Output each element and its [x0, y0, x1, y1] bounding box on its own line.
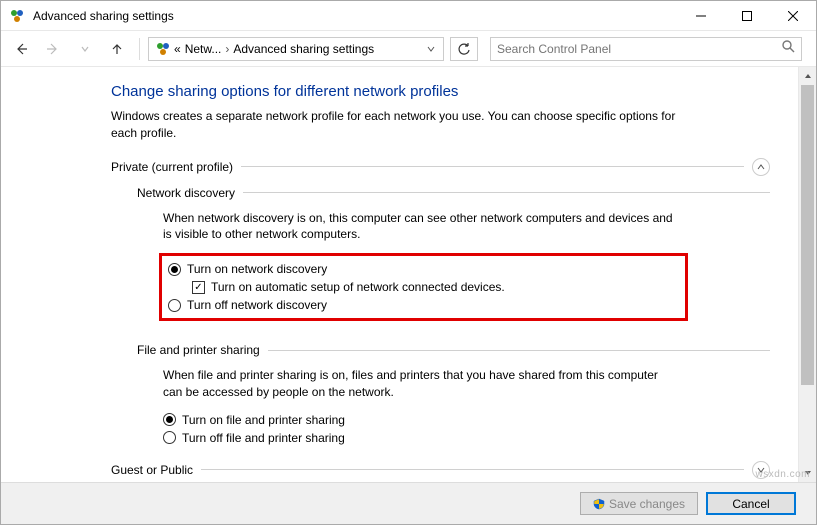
radio-label: Turn off file and printer sharing	[182, 431, 345, 445]
window-title: Advanced sharing settings	[33, 9, 678, 23]
checkbox-label: Turn on automatic setup of network conne…	[211, 280, 505, 294]
save-label: Save changes	[609, 497, 685, 511]
title-bar: Advanced sharing settings	[1, 1, 816, 31]
radio-label: Turn on network discovery	[187, 262, 327, 276]
crumb-prefix[interactable]: «	[172, 42, 183, 56]
nav-separator	[139, 38, 140, 60]
checkbox-auto-setup[interactable]: ✓ Turn on automatic setup of network con…	[168, 278, 505, 296]
network-discovery-desc: When network discovery is on, this compu…	[137, 210, 677, 244]
scrollbar-thumb[interactable]	[801, 85, 814, 385]
collapse-icon[interactable]	[752, 158, 770, 176]
section-private[interactable]: Private (current profile)	[111, 158, 770, 176]
location-icon	[153, 41, 169, 57]
back-button[interactable]	[7, 35, 35, 63]
shield-icon	[593, 498, 605, 510]
page-description: Windows creates a separate network profi…	[111, 108, 701, 142]
recent-dropdown[interactable]	[71, 35, 99, 63]
minimize-button[interactable]	[678, 1, 724, 31]
nav-bar: « Netw... › Advanced sharing settings	[1, 31, 816, 67]
radio-turn-off-file-sharing[interactable]: Turn off file and printer sharing	[163, 429, 770, 447]
app-icon	[9, 8, 25, 24]
checkbox-icon[interactable]: ✓	[192, 281, 205, 294]
cancel-label: Cancel	[732, 497, 769, 511]
cancel-button[interactable]: Cancel	[706, 492, 796, 515]
network-discovery-label: Network discovery	[137, 186, 235, 200]
scrollbar[interactable]	[798, 67, 816, 482]
radio-icon[interactable]	[163, 431, 176, 444]
footer-bar: Save changes Cancel	[1, 482, 816, 524]
search-input[interactable]	[497, 42, 782, 56]
close-button[interactable]	[770, 1, 816, 31]
refresh-button[interactable]	[450, 37, 478, 61]
radio-label: Turn on file and printer sharing	[182, 413, 345, 427]
content-area: Change sharing options for different net…	[1, 67, 798, 482]
radio-label: Turn off network discovery	[187, 298, 327, 312]
radio-icon[interactable]	[163, 413, 176, 426]
section-guest-public[interactable]: Guest or Public	[111, 461, 770, 479]
up-button[interactable]	[103, 35, 131, 63]
subsection-network-discovery: Network discovery	[137, 186, 770, 200]
highlight-box: Turn on network discovery ✓ Turn on auto…	[159, 253, 688, 321]
breadcrumb[interactable]: « Netw... › Advanced sharing settings	[148, 37, 444, 61]
radio-turn-on-file-sharing[interactable]: Turn on file and printer sharing	[163, 411, 770, 429]
search-icon[interactable]	[782, 40, 795, 58]
radio-turn-on-discovery[interactable]: Turn on network discovery	[168, 260, 505, 278]
file-printer-desc: When file and printer sharing is on, fil…	[137, 367, 677, 401]
radio-turn-off-discovery[interactable]: Turn off network discovery	[168, 296, 505, 314]
search-box[interactable]	[490, 37, 802, 61]
scroll-up-icon[interactable]	[799, 67, 816, 85]
crumb-network[interactable]: Netw...	[183, 42, 224, 56]
chevron-right-icon[interactable]: ›	[223, 42, 231, 56]
save-changes-button[interactable]: Save changes	[580, 492, 698, 515]
section-guest-label: Guest or Public	[111, 463, 193, 477]
file-printer-label: File and printer sharing	[137, 343, 260, 357]
breadcrumb-dropdown[interactable]	[421, 42, 441, 56]
maximize-button[interactable]	[724, 1, 770, 31]
page-title: Change sharing options for different net…	[111, 83, 770, 100]
crumb-current[interactable]: Advanced sharing settings	[231, 42, 376, 56]
subsection-file-printer: File and printer sharing	[137, 343, 770, 357]
radio-icon[interactable]	[168, 263, 181, 276]
watermark: wsxdn.com	[755, 469, 810, 480]
radio-icon[interactable]	[168, 299, 181, 312]
section-private-label: Private (current profile)	[111, 160, 233, 174]
forward-button[interactable]	[39, 35, 67, 63]
